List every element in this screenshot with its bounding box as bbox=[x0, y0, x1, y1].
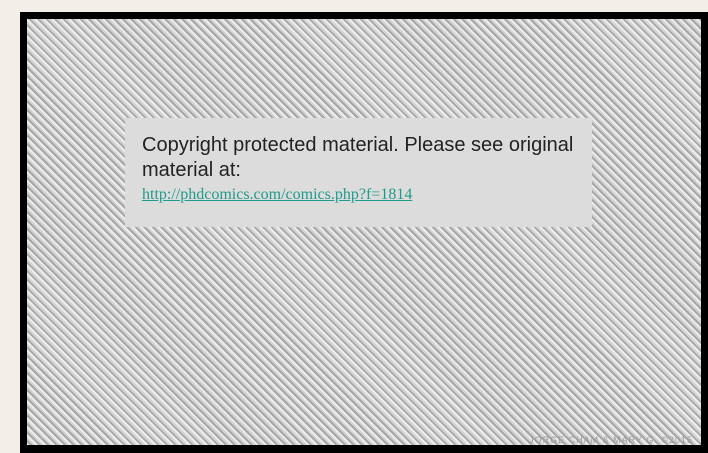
placeholder-hatched-area: Copyright protected material. Please see… bbox=[27, 19, 701, 445]
copyright-notice-box: Copyright protected material. Please see… bbox=[125, 118, 592, 227]
artist-credit: JORGE CHAM & MARY G. ©2015 bbox=[529, 435, 693, 445]
image-frame: Copyright protected material. Please see… bbox=[20, 12, 708, 453]
copyright-notice-text: Copyright protected material. Please see… bbox=[142, 134, 574, 181]
original-material-link[interactable]: http://phdcomics.com/comics.php?f=1814 bbox=[142, 185, 412, 205]
page-canvas: Copyright protected material. Please see… bbox=[0, 0, 708, 453]
